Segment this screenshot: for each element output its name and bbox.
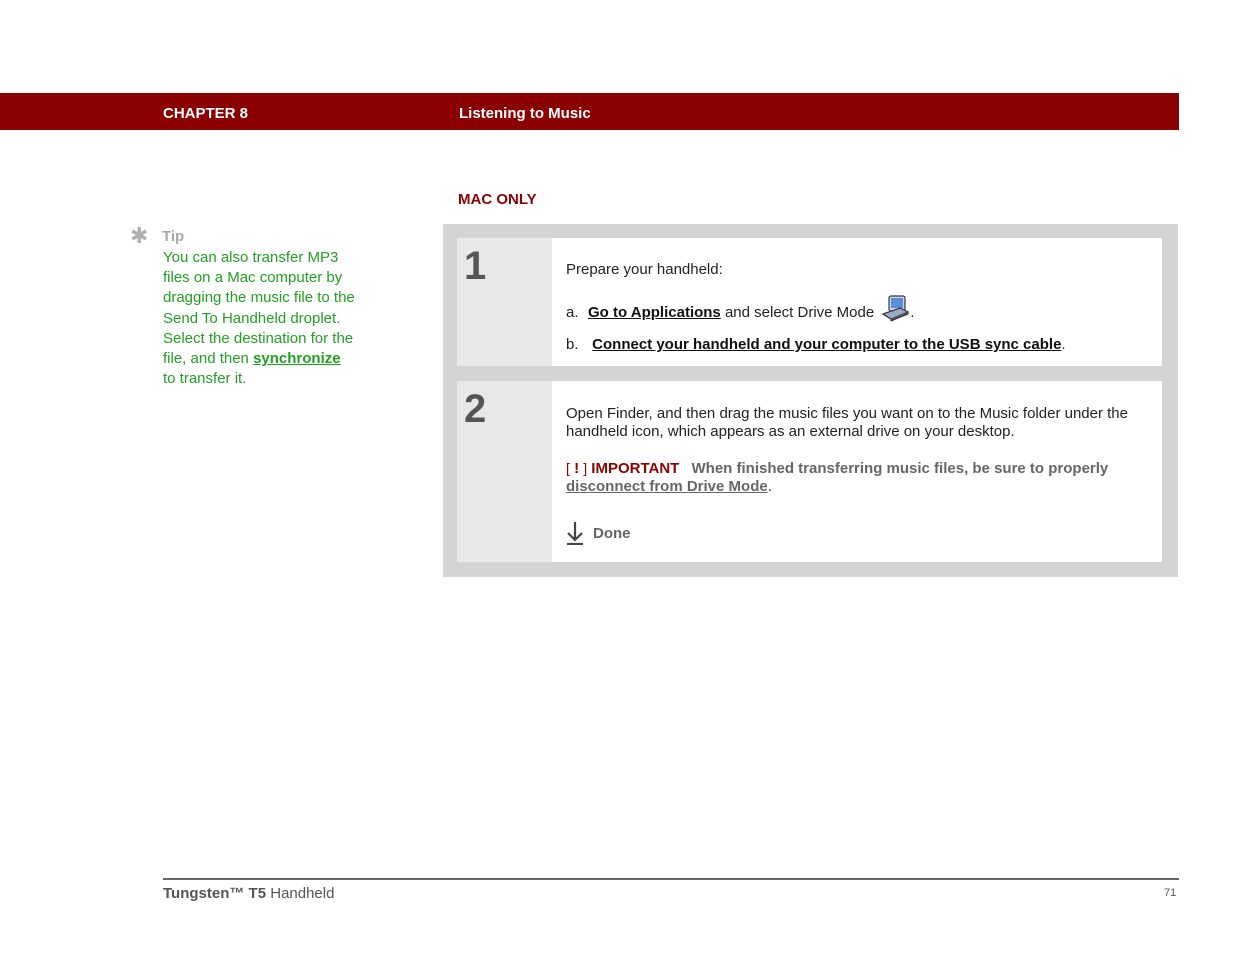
item-text: and select Drive Mode <box>720 303 875 321</box>
tip-title: Tip <box>162 227 185 245</box>
chapter-header: CHAPTER 8 Listening to Music <box>0 93 1179 130</box>
footer-product: Tungsten™ T5 Handheld <box>163 885 334 902</box>
step-1: 1 Prepare your handheld: a. Go to Applic… <box>457 238 1162 366</box>
step-number: 1 <box>457 238 552 366</box>
step-text: Open Finder, and then drag the music fil… <box>566 405 1128 440</box>
step-item-a: a. Go to Applications and select Drive M… <box>566 295 915 326</box>
important-bracket-close: ] <box>583 460 588 476</box>
important-bracket-open: [ <box>566 460 570 476</box>
step-content: Open Finder, and then drag the music fil… <box>552 381 1162 562</box>
item-marker: a. <box>566 303 579 321</box>
chapter-number: CHAPTER 8 <box>163 105 249 122</box>
tip-text: You can also transfer MP3 files on a Mac… <box>163 248 355 389</box>
step-2: 2 Open Finder, and then drag the music f… <box>457 381 1162 562</box>
chapter-title: Listening to Music <box>459 105 591 122</box>
footer-product-bold: Tungsten™ T5 <box>163 885 267 902</box>
done-marker: Done <box>566 521 631 545</box>
tip-text-after: to transfer it. <box>163 370 247 388</box>
item-suffix: . <box>910 303 915 321</box>
item-marker: b. <box>566 336 579 353</box>
important-suffix: . <box>767 478 772 495</box>
important-label: IMPORTANT <box>591 460 680 477</box>
step-intro: Prepare your handheld: <box>566 261 723 278</box>
footer-divider <box>163 878 1179 880</box>
tip-sidebar: ✱ Tip You can also transfer MP3 files on… <box>130 223 360 389</box>
go-to-applications-link[interactable]: Go to Applications <box>588 304 721 321</box>
done-label: Done <box>593 524 631 542</box>
steps-frame: 1 Prepare your handheld: a. Go to Applic… <box>443 224 1178 577</box>
important-text: When finished transferring music files, … <box>691 460 1109 477</box>
page-number: 71 <box>1164 887 1177 899</box>
asterisk-icon: ✱ <box>130 223 149 248</box>
connect-usb-cable-link[interactable]: Connect your handheld and your computer … <box>592 336 1061 353</box>
important-icon: ! <box>574 460 580 477</box>
drive-mode-icon <box>880 294 910 322</box>
step-content: Prepare your handheld: a. Go to Applicat… <box>552 238 1162 366</box>
item-suffix: . <box>1061 336 1066 353</box>
synchronize-link[interactable]: synchronize <box>253 350 341 367</box>
step-item-b: b. Connect your handheld and your comput… <box>566 336 1066 353</box>
footer-product-rest: Handheld <box>266 885 335 902</box>
section-label: MAC ONLY <box>458 191 537 208</box>
done-arrow-icon <box>567 522 583 545</box>
important-note: [ ! ] IMPORTANT When finished transferri… <box>566 459 1156 496</box>
step-number: 2 <box>457 381 552 562</box>
disconnect-drive-mode-link[interactable]: disconnect from Drive Mode <box>566 478 768 495</box>
